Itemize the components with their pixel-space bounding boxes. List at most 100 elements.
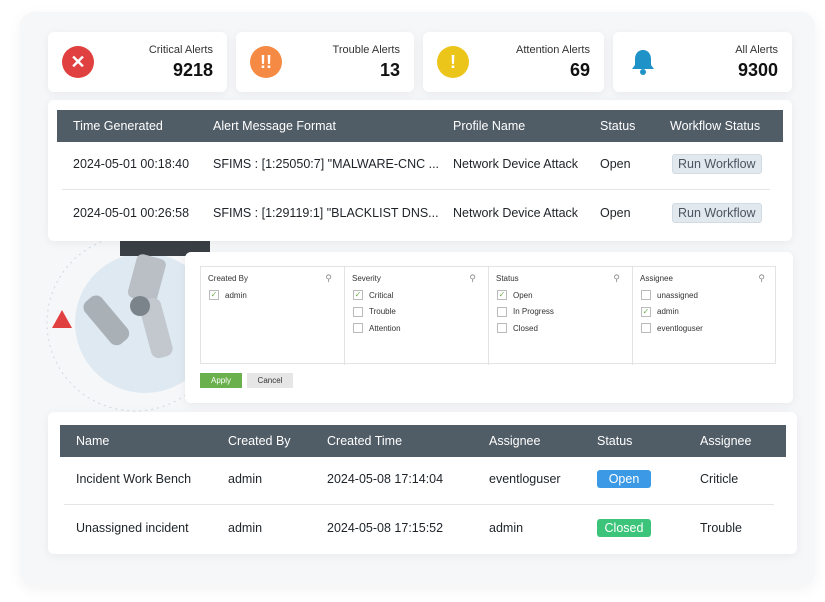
col-alert-message[interactable]: Alert Message Format [213,119,336,133]
message-cell: SFIMS : [1:29119:1] "BLACKLIST DNS... [213,206,439,220]
filter-option[interactable]: ✓ admin [209,290,247,300]
time-cell: 2024-05-01 00:26:58 [73,206,190,220]
col-status[interactable]: Status [597,434,632,448]
table-row[interactable]: Unassigned incident admin 2024-05-08 17:… [60,512,786,544]
filter-title: Status [496,274,519,283]
filter-option[interactable]: unassigned [641,290,698,300]
cancel-button[interactable]: Cancel [247,373,293,388]
table-row[interactable]: 2024-05-01 00:18:40 SFIMS : [1:25050:7] … [57,148,783,180]
double-exclamation-icon: !! [250,46,282,78]
checkbox[interactable] [353,306,363,317]
stat-value: 69 [569,60,590,80]
option-label: Attention [369,323,401,333]
checkbox[interactable]: ✓ [497,290,507,300]
option-label: Open [513,290,533,300]
filter-option[interactable]: ✓ Open [497,290,533,300]
filter-column: Status ⚲ ✓ Open In Progress Closed [489,267,633,365]
stat-label: All Alerts [735,44,778,56]
checkbox[interactable] [497,306,507,317]
filter-title: Severity [352,274,381,283]
filter-title: Created By [208,274,249,283]
stat-card[interactable]: ✕ Critical Alerts 9218 [48,32,227,92]
stat-value: 13 [379,60,400,80]
checkbox[interactable] [641,290,651,300]
filter-title: Assignee [640,274,673,283]
row-divider [64,504,774,505]
exclamation-icon: ! [437,46,469,78]
col-assignee-severity[interactable]: Assignee [700,434,751,448]
assignee-cell: eventloguser [489,472,561,486]
col-assignee[interactable]: Assignee [489,434,540,448]
search-icon[interactable]: ⚲ [469,273,476,284]
apply-button[interactable]: Apply [200,373,242,388]
severity-cell: Trouble [700,521,742,535]
checkbox[interactable] [497,323,507,333]
table-row[interactable]: 2024-05-01 00:26:58 SFIMS : [1:29119:1] … [57,197,783,229]
stat-label: Critical Alerts [148,44,213,56]
filter-column: Created By ⚲ ✓ admin [201,267,345,365]
filter-column: Assignee ⚲ unassigned ✓ admin eventloguser [633,267,777,365]
row-divider [62,189,770,190]
option-label: unassigned [657,290,698,300]
col-created-time[interactable]: Created Time [327,434,402,448]
status-badge: Closed [597,519,651,537]
filter-option[interactable]: eventloguser [641,323,703,333]
search-icon[interactable]: ⚲ [325,273,332,284]
option-label: Critical [369,290,394,300]
warning-icon [52,310,72,328]
status-cell: Open [600,206,631,220]
checkbox[interactable] [641,323,651,333]
profile-cell: Network Device Attack [453,157,579,171]
message-cell: SFIMS : [1:25050:7] "MALWARE-CNC ... [213,157,440,171]
status-badge: Open [597,470,651,488]
stat-value: 9300 [737,60,778,80]
filter-option[interactable]: In Progress [497,306,554,317]
option-label: In Progress [513,307,554,316]
created-time-cell: 2024-05-08 17:15:52 [327,521,444,535]
option-label: admin [657,307,679,316]
table-row[interactable]: Incident Work Bench admin 2024-05-08 17:… [60,463,786,495]
x-icon: ✕ [62,46,94,78]
filter-option[interactable]: Trouble [353,306,396,317]
filter-column: Severity ⚲ ✓ Critical Trouble Attention [345,267,489,365]
col-profile-name[interactable]: Profile Name [453,119,525,133]
alerts-table-header: Time Generated Alert Message Format Prof… [57,110,783,142]
col-created-by[interactable]: Created By [228,434,291,448]
search-icon[interactable]: ⚲ [758,273,765,284]
option-label: admin [225,290,247,300]
status-cell: Open [600,157,631,171]
filter-option[interactable]: ✓ Critical [353,290,393,300]
col-time-generated[interactable]: Time Generated [73,119,163,133]
checkbox[interactable]: ✓ [641,306,651,317]
stat-card[interactable]: All Alerts 9300 [613,32,792,92]
checkbox[interactable] [353,323,363,333]
run-workflow-button[interactable]: Run Workflow [672,154,762,174]
created-by-cell: admin [228,472,263,486]
checkbox[interactable]: ✓ [209,290,219,300]
run-workflow-button[interactable]: Run Workflow [672,203,762,223]
name-cell: Incident Work Bench [76,472,192,486]
assignee-cell: admin [489,521,524,535]
filter-option[interactable]: ✓ admin [641,306,679,317]
col-status[interactable]: Status [600,119,635,133]
stat-label: Attention Alerts [516,44,590,56]
option-label: Closed [513,323,538,333]
incidents-table-header: Name Created By Created Time Assignee St… [60,425,786,457]
col-name[interactable]: Name [76,434,109,448]
stat-value: 9218 [172,60,213,80]
stat-card[interactable]: ! Attention Alerts 69 [423,32,604,92]
option-label: eventloguser [657,323,703,333]
col-workflow-status[interactable]: Workflow Status [670,119,760,133]
stat-label: Trouble Alerts [332,44,400,56]
stat-card[interactable]: !! Trouble Alerts 13 [236,32,414,92]
option-label: Trouble [369,307,396,316]
name-cell: Unassigned incident [76,521,189,535]
filter-option[interactable]: Closed [497,323,538,333]
checkbox[interactable]: ✓ [353,290,363,300]
created-by-cell: admin [228,521,263,535]
profile-cell: Network Device Attack [453,206,579,220]
search-icon[interactable]: ⚲ [613,273,620,284]
filter-columns: Created By ⚲ ✓ admin Severity ⚲ ✓ Critical Tr… [200,266,777,365]
created-time-cell: 2024-05-08 17:14:04 [327,472,444,486]
filter-option[interactable]: Attention [353,323,401,333]
